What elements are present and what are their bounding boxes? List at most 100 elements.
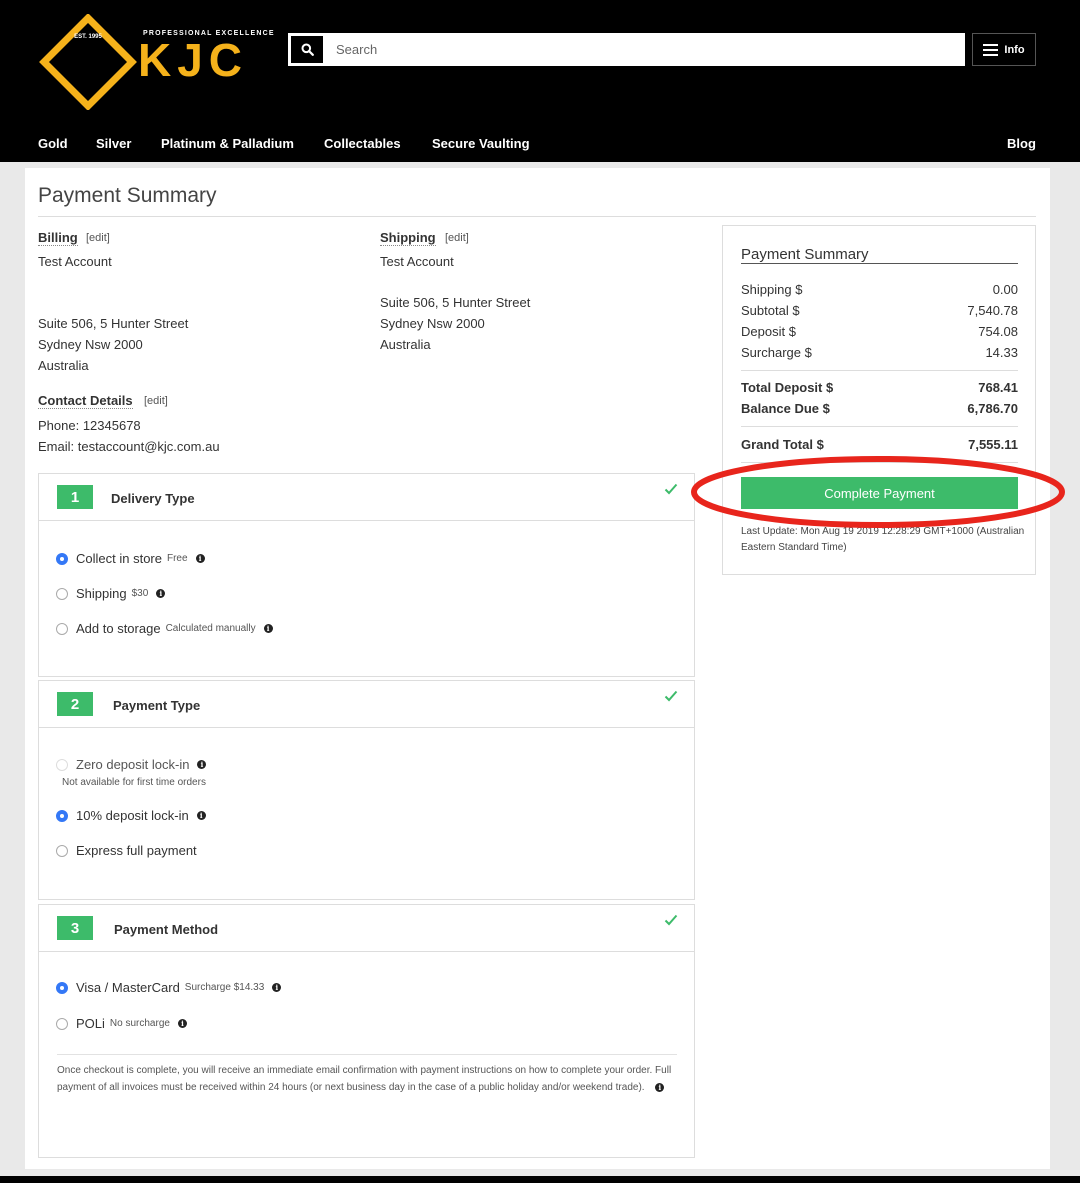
summary-row-value: 768.41 <box>978 380 1018 395</box>
nav-item-blog[interactable]: Blog <box>1007 136 1036 151</box>
shipping-address1: Suite 506, 5 Hunter Street <box>380 295 531 310</box>
payment-method-header: 3 Payment Method <box>39 905 694 952</box>
summary-title-underline <box>741 263 1018 264</box>
search-icon <box>301 43 314 56</box>
option-note: No surcharge <box>109 1018 170 1029</box>
info-icon[interactable]: i <box>195 554 205 563</box>
option-label: POLi <box>76 1016 105 1031</box>
radio-button[interactable] <box>56 809 68 822</box>
shipping-label: Shipping <box>380 230 436 246</box>
summary-row-value: 6,786.70 <box>967 401 1018 416</box>
option-note: $30 <box>131 588 149 599</box>
checkout-fine-print: Once checkout is complete, you will rece… <box>57 1063 682 1096</box>
logo-wordmark: KJC <box>138 34 248 86</box>
logo-est-text: EST. 1995 <box>74 34 102 40</box>
billing-edit-link[interactable]: [edit] <box>86 232 110 244</box>
info-icon[interactable]: i <box>655 1083 665 1093</box>
summary-divider <box>741 370 1018 371</box>
radio-button[interactable] <box>56 622 68 635</box>
shipping-country: Australia <box>380 337 431 352</box>
search-button[interactable] <box>289 34 325 65</box>
summary-row-value: 14.33 <box>985 345 1018 360</box>
summary-row-label: Subtotal $ <box>741 303 800 318</box>
step-number-badge: 3 <box>57 916 93 940</box>
radio-button[interactable] <box>56 1017 68 1030</box>
summary-row-value: 0.00 <box>992 282 1018 297</box>
payment-method-title: Payment Method <box>114 922 219 937</box>
summary-row-label: Deposit $ <box>741 324 796 339</box>
info-icon[interactable]: i <box>272 983 282 992</box>
title-divider <box>38 216 1036 217</box>
option-label: Express full payment <box>76 843 197 858</box>
option-collect-in-store[interactable]: Collect in store Free i <box>56 551 205 566</box>
summary-row-subtotal: Subtotal $ 7,540.78 <box>741 303 1018 318</box>
option-label: Zero deposit lock-in <box>76 757 190 772</box>
summary-row-balance-due: Balance Due $ 6,786.70 <box>741 401 1018 416</box>
radio-button[interactable] <box>56 552 68 565</box>
summary-row-label: Grand Total $ <box>741 437 824 452</box>
payment-type-title: Payment Type <box>113 698 201 713</box>
option-label: Collect in store <box>76 551 162 566</box>
content-panel: Payment Summary Billing [edit] Test Acco… <box>25 168 1050 1169</box>
fine-print-text: Once checkout is complete, you will rece… <box>57 1065 672 1093</box>
option-label: Add to storage <box>76 621 161 636</box>
billing-country: Australia <box>38 358 89 373</box>
info-menu-button[interactable]: Info <box>972 33 1036 66</box>
option-label: Shipping <box>76 586 127 601</box>
billing-address2: Sydney Nsw 2000 <box>38 337 143 352</box>
payment-method-section: 3 Payment Method Visa / MasterCard Surch… <box>38 904 695 1158</box>
nav-item-collectables[interactable]: Collectables <box>324 136 401 151</box>
billing-name: Test Account <box>38 254 112 269</box>
summary-divider <box>741 462 1018 463</box>
payment-summary-box: Payment Summary Shipping $ 0.00 Subtotal… <box>722 225 1036 575</box>
nav-item-secure-vaulting[interactable]: Secure Vaulting <box>432 136 530 151</box>
info-icon[interactable]: i <box>196 811 206 820</box>
kjc-logo[interactable]: EST. 1995 PROFESSIONAL EXCELLENCE KJC <box>38 14 278 110</box>
contact-edit-link[interactable]: [edit] <box>144 395 168 407</box>
radio-button[interactable] <box>56 844 68 857</box>
option-visa-mastercard[interactable]: Visa / MasterCard Surcharge $14.33 i <box>56 980 282 995</box>
fine-print-divider <box>57 1054 677 1055</box>
summary-title: Payment Summary <box>741 246 869 263</box>
search-input[interactable] <box>325 34 964 65</box>
complete-payment-button[interactable]: Complete Payment <box>741 477 1018 509</box>
option-poli[interactable]: POLi No surcharge i <box>56 1016 187 1031</box>
delivery-type-section: 1 Delivery Type Collect in store Free i … <box>38 473 695 677</box>
option-add-to-storage[interactable]: Add to storage Calculated manually i <box>56 621 273 636</box>
summary-row-surcharge: Surcharge $ 14.33 <box>741 345 1018 360</box>
main-nav: Gold Silver Platinum & Palladium Collect… <box>0 136 1080 154</box>
footer-bar <box>0 1176 1080 1183</box>
contact-details-label: Contact Details <box>38 393 133 409</box>
info-icon[interactable]: i <box>197 760 207 769</box>
option-note: Calculated manually <box>165 623 256 634</box>
radio-button[interactable] <box>56 587 68 600</box>
billing-address1: Suite 506, 5 Hunter Street <box>38 316 189 331</box>
payment-type-header: 2 Payment Type <box>39 681 694 728</box>
checkmark-icon <box>664 690 678 702</box>
option-10-percent-deposit[interactable]: 10% deposit lock-in i <box>56 808 206 823</box>
option-shipping[interactable]: Shipping $30 i <box>56 586 166 601</box>
nav-item-platinum-palladium[interactable]: Platinum & Palladium <box>161 136 294 151</box>
nav-item-silver[interactable]: Silver <box>96 136 131 151</box>
summary-row-value: 7,555.11 <box>968 437 1018 452</box>
nav-item-gold[interactable]: Gold <box>38 136 68 151</box>
info-icon[interactable]: i <box>177 1019 187 1028</box>
summary-row-label: Total Deposit $ <box>741 380 834 395</box>
checkmark-icon <box>664 914 678 926</box>
radio-button[interactable] <box>56 981 68 994</box>
radio-button <box>56 758 68 771</box>
info-icon[interactable]: i <box>263 624 273 633</box>
info-icon[interactable]: i <box>156 589 166 598</box>
option-unavailable-note: Not available for first time orders <box>62 777 206 788</box>
option-zero-deposit: Zero deposit lock-in i <box>56 757 207 772</box>
summary-row-deposit: Deposit $ 754.08 <box>741 324 1018 339</box>
contact-phone: Phone: 12345678 <box>38 418 141 433</box>
step-number-badge: 2 <box>57 692 93 716</box>
hamburger-icon <box>983 43 999 56</box>
summary-row-value: 754.08 <box>978 324 1018 339</box>
checkmark-icon <box>664 483 678 495</box>
option-express-full-payment[interactable]: Express full payment <box>56 843 197 858</box>
shipping-edit-link[interactable]: [edit] <box>445 232 469 244</box>
last-update-timestamp: Last Update: Mon Aug 19 2019 12:28:29 GM… <box>741 526 1025 553</box>
shipping-address2: Sydney Nsw 2000 <box>380 316 485 331</box>
